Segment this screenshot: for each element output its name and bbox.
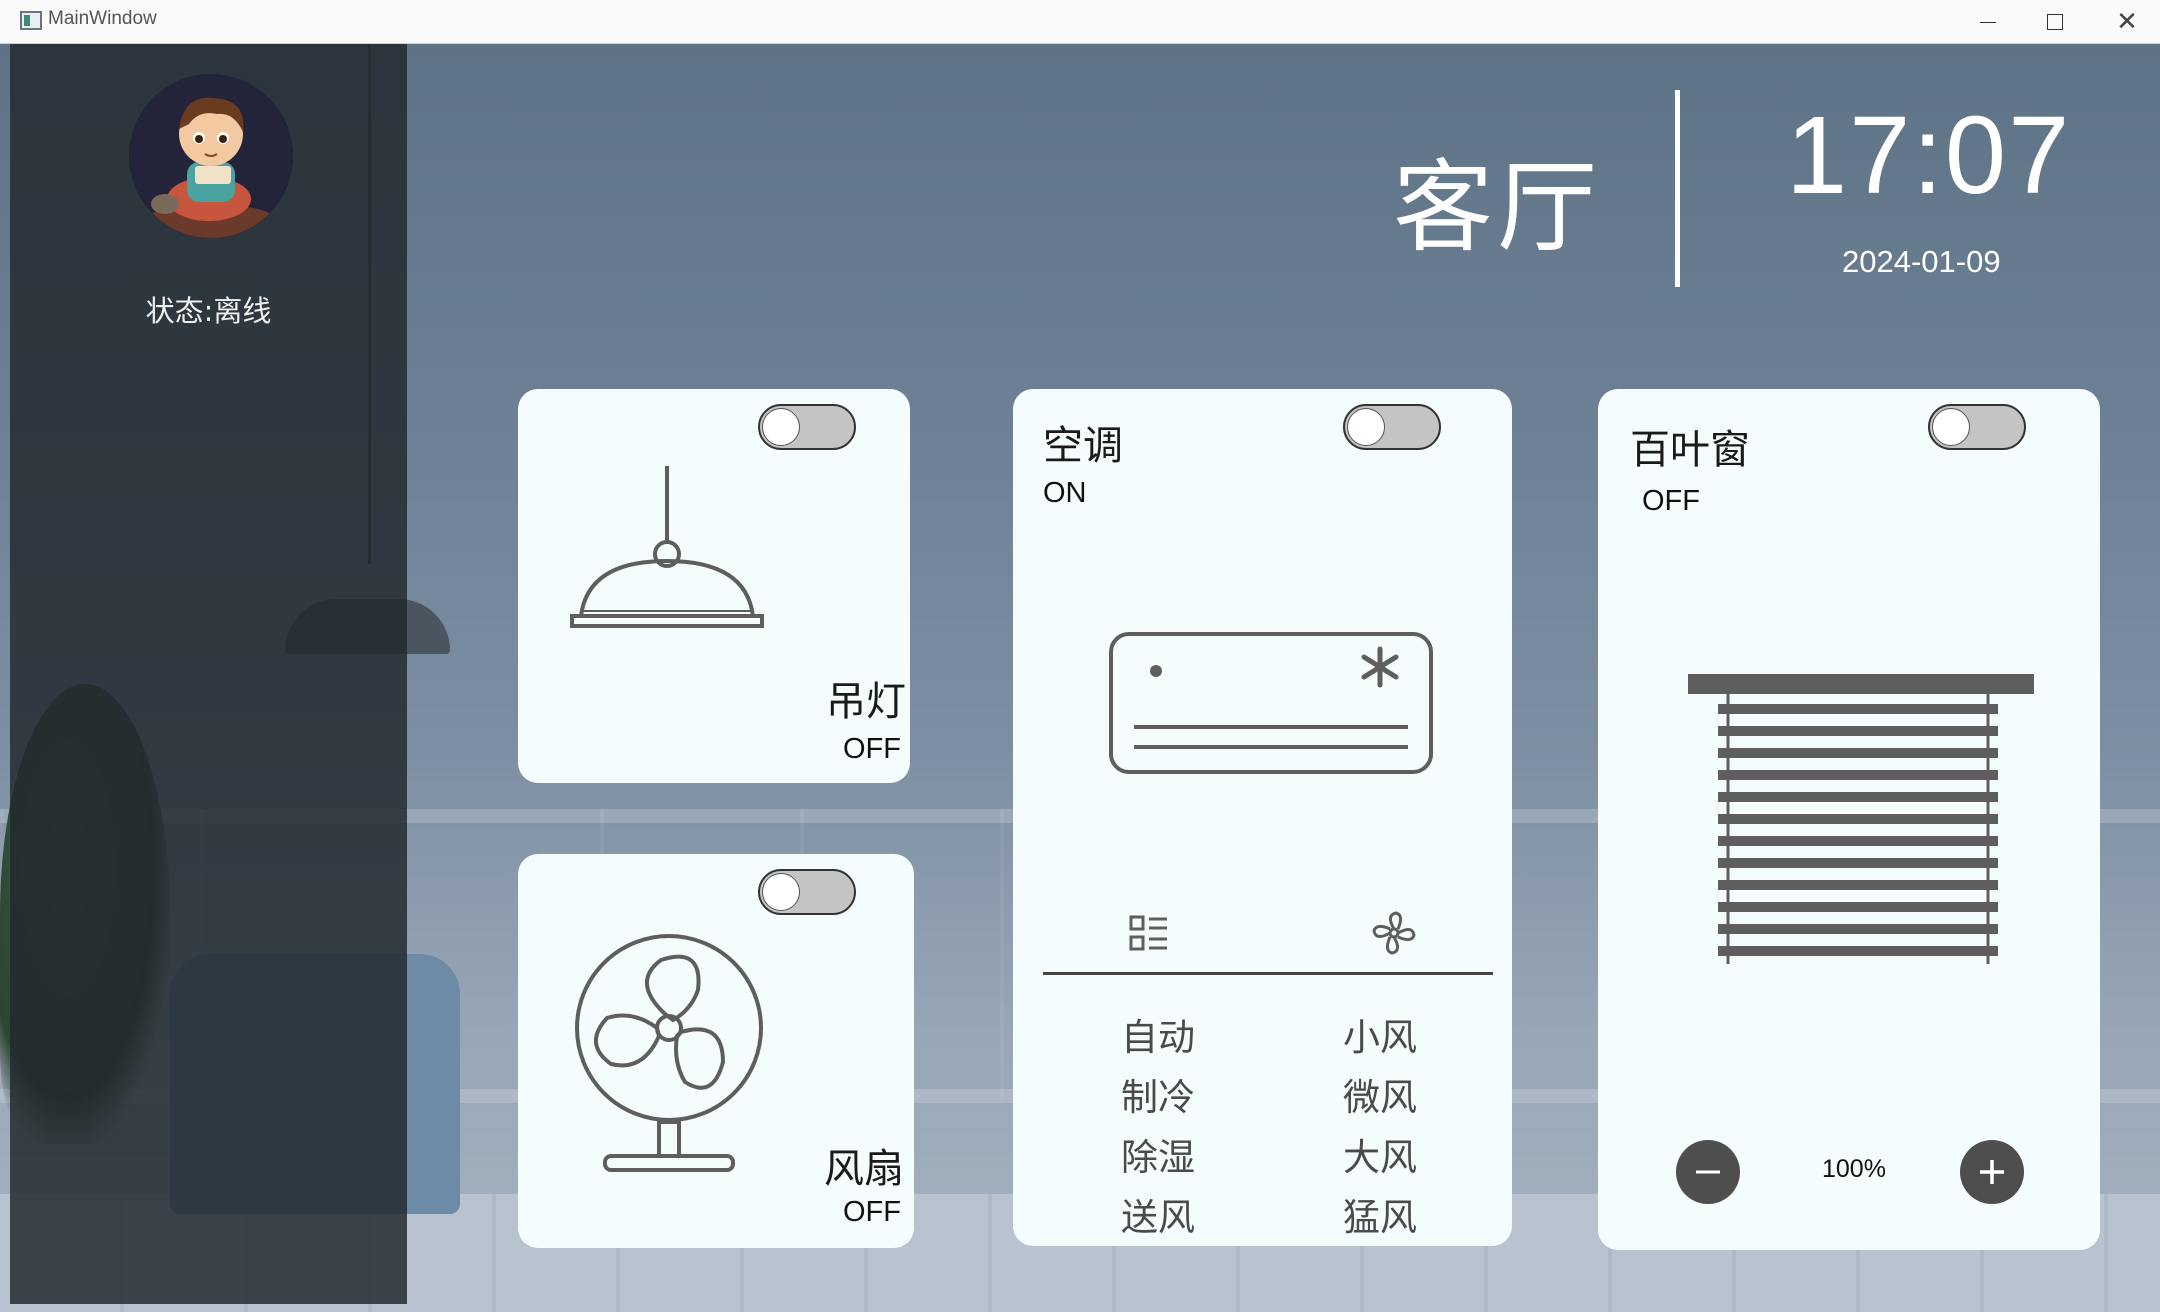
pendant-light-state: OFF [843, 733, 901, 765]
title-bar: MainWindow ✕ [0, 0, 2160, 44]
ac-mode-auto[interactable]: 自动 [1121, 1007, 1195, 1061]
ac-toggle[interactable] [1343, 404, 1441, 450]
blind-slat [1718, 792, 1998, 802]
ac-speed-high[interactable]: 大风 [1343, 1127, 1417, 1181]
maximize-icon [2047, 14, 2063, 30]
ac-speed-micro[interactable]: 微风 [1343, 1067, 1417, 1121]
blind-slat [1718, 836, 1998, 846]
blind-slat [1718, 726, 1998, 736]
minimize-button[interactable] [1955, 0, 2021, 44]
blind-slat [1718, 770, 1998, 780]
plus-icon [1980, 1160, 2004, 1184]
toggle-knob [1932, 408, 1970, 446]
fan-speed-icon[interactable] [1370, 909, 1418, 957]
mode-list-icon[interactable] [1125, 909, 1173, 957]
fan-label: 风扇 [824, 1146, 904, 1192]
clock-time: 17:07 [1786, 94, 2072, 217]
fan-toggle[interactable] [758, 869, 856, 915]
blind-slat [1718, 748, 1998, 758]
pendant-lamp-icon [570, 466, 764, 628]
ac-mode-cool[interactable]: 制冷 [1121, 1067, 1195, 1121]
blind-slat [1718, 946, 1998, 956]
header-divider [1675, 90, 1680, 287]
ac-tab-separator [1043, 972, 1493, 975]
blind-slat [1718, 858, 1998, 868]
desk-fan-icon [575, 934, 763, 1172]
app-window-icon [20, 11, 42, 30]
toggle-knob [762, 408, 800, 446]
blinds-label: 百叶窗 [1630, 427, 1750, 473]
blinds-increase-button[interactable] [1960, 1140, 2024, 1204]
close-icon: ✕ [2116, 7, 2138, 37]
minimize-icon [1980, 21, 1996, 23]
maximize-button[interactable] [2022, 0, 2088, 44]
blinds-state: OFF [1642, 485, 1700, 517]
air-conditioner-card[interactable]: 空调 ON 自动 制冷 除湿 送风 小风 微风 大风 猛风 [1013, 389, 1512, 1246]
pendant-light-toggle[interactable] [758, 404, 856, 450]
blinds-toggle[interactable] [1928, 404, 2026, 450]
blind-slat [1718, 880, 1998, 890]
minus-icon [1696, 1170, 1720, 1174]
blind-slat [1718, 704, 1998, 714]
window-blinds-card[interactable]: 百叶窗 OFF 100% [1598, 389, 2100, 1250]
ac-mode-fan[interactable]: 送风 [1121, 1187, 1195, 1241]
sidebar: 状态:离线 [10, 44, 407, 1304]
window-title: MainWindow [48, 8, 157, 29]
close-button[interactable]: ✕ [2094, 0, 2160, 44]
pendant-light-label: 吊灯 [826, 679, 906, 725]
clock-date: 2024-01-09 [1842, 244, 2001, 279]
pendant-light-card[interactable]: 吊灯 OFF [518, 389, 910, 783]
blinds-decrease-button[interactable] [1676, 1140, 1740, 1204]
avatar[interactable] [129, 74, 293, 238]
avatar-boy-reading-icon [129, 74, 293, 238]
ac-label: 空调 [1043, 423, 1123, 469]
toggle-knob [1347, 408, 1385, 446]
air-conditioner-icon [1109, 632, 1433, 774]
fan-card[interactable]: 风扇 OFF [518, 854, 914, 1248]
blind-slat [1718, 814, 1998, 824]
blind-slat [1718, 924, 1998, 934]
blind-slat [1718, 902, 1998, 912]
fan-state: OFF [843, 1196, 901, 1228]
blinds-percent: 100% [1822, 1155, 1886, 1183]
toggle-knob [762, 873, 800, 911]
ac-state: ON [1043, 477, 1087, 509]
ac-speed-max[interactable]: 猛风 [1343, 1187, 1417, 1241]
ac-speed-low[interactable]: 小风 [1343, 1007, 1417, 1061]
connection-status: 状态:离线 [145, 294, 272, 328]
window-blinds-icon [1688, 674, 2034, 964]
ac-mode-dehumidify[interactable]: 除湿 [1121, 1127, 1195, 1181]
room-title: 客厅 [1393, 149, 1601, 266]
